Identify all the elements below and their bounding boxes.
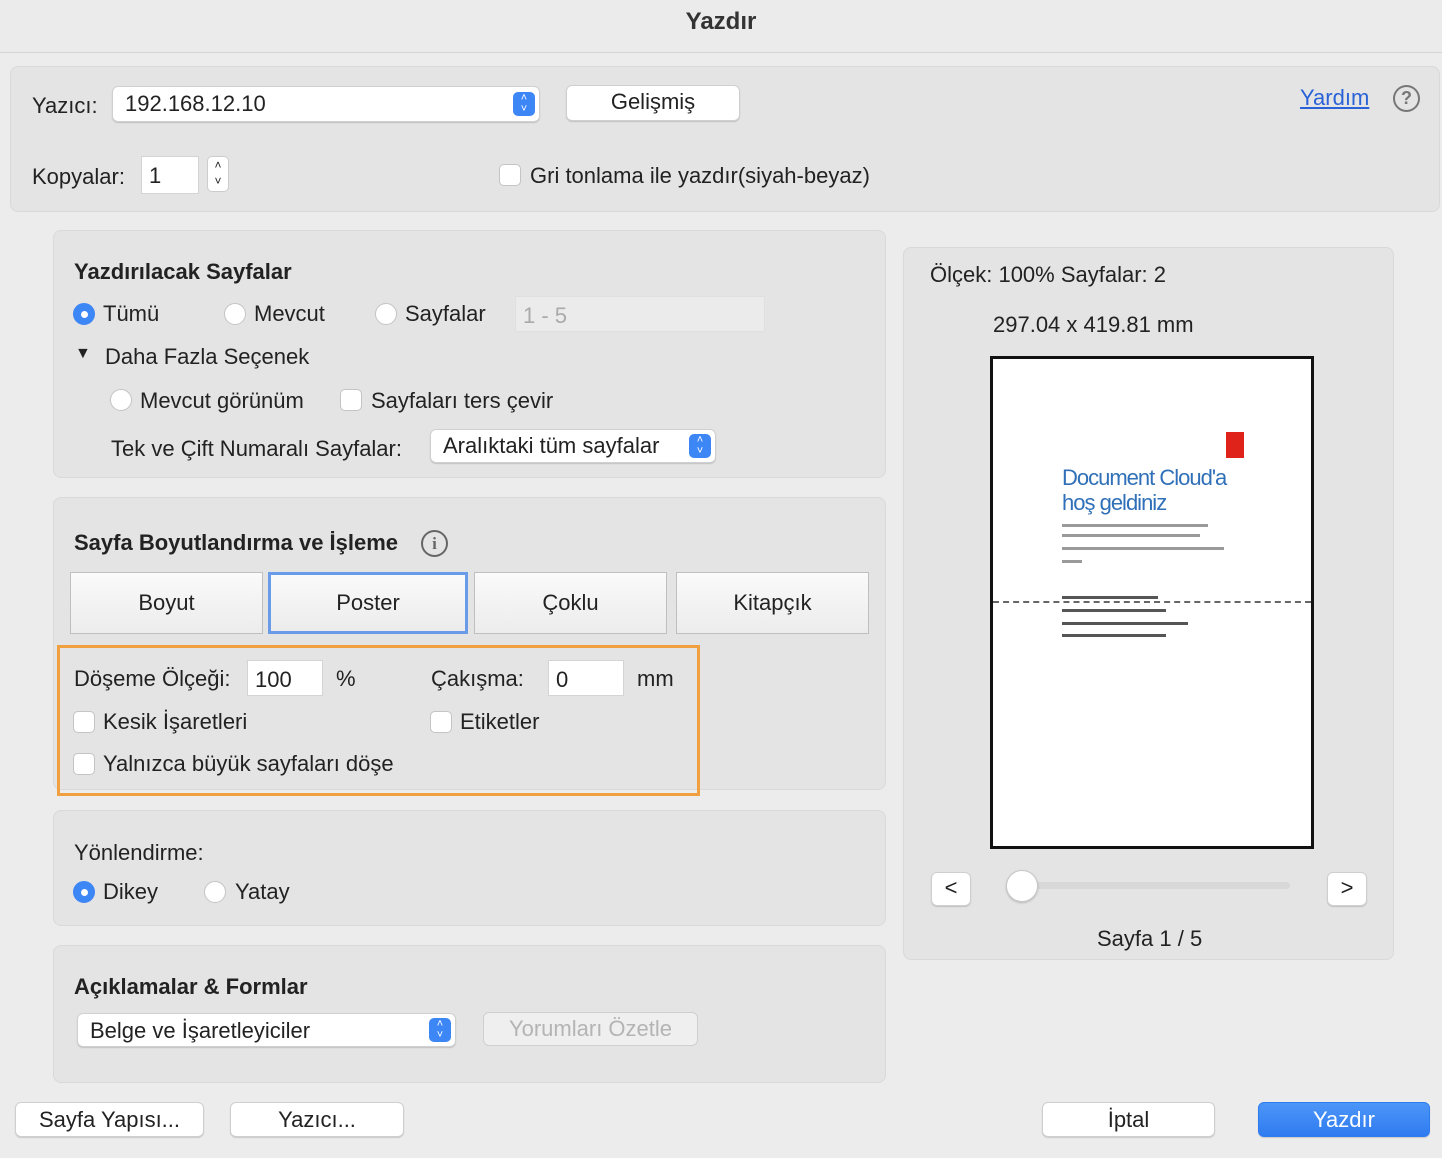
reverse-label: Sayfaları ters çevir — [371, 388, 554, 413]
preview-scale: Ölçek: 100% Sayfalar: 2 — [930, 262, 1167, 287]
labels-label: Etiketler — [460, 709, 540, 734]
odd-even-select[interactable]: Aralıktaki tüm sayfalar ˄ ˅ — [430, 429, 716, 463]
tab-poster[interactable]: Poster — [268, 572, 468, 634]
page-slider-track[interactable] — [1010, 882, 1290, 889]
overlap-input[interactable]: 0 — [548, 660, 624, 696]
landscape-label: Yatay — [235, 879, 290, 904]
large-only-label: Yalnızca büyük sayfaları döşe — [103, 751, 394, 776]
radio-current-label: Mevcut — [254, 301, 325, 326]
page-slider-thumb[interactable] — [1006, 870, 1038, 902]
printer-select[interactable]: 192.168.12.10 ˄ ˅ — [112, 86, 540, 122]
page-setup-button[interactable]: Sayfa Yapısı... — [15, 1102, 204, 1137]
copies-label: Kopyalar: — [32, 164, 125, 189]
grayscale-checkbox[interactable] — [499, 164, 521, 186]
text-line — [1062, 560, 1082, 563]
radio-current-view[interactable] — [110, 389, 132, 411]
window-title: Yazdır — [0, 0, 1442, 53]
comments-title: Açıklamalar & Formlar — [74, 974, 308, 999]
doc-title-line-1: Document Cloud'a — [1062, 465, 1227, 490]
odd-even-value: Aralıktaki tüm sayfalar — [443, 433, 660, 458]
print-button[interactable]: Yazdır — [1258, 1102, 1430, 1137]
radio-all-label: Tümü — [103, 301, 160, 326]
disclosure-triangle-icon[interactable]: ▼ — [75, 345, 91, 363]
preview-doc-title: Document Cloud'a hoş geldiniz — [1062, 465, 1227, 515]
text-line — [1062, 596, 1158, 599]
sizing-title: Sayfa Boyutlandırma ve İşleme — [74, 530, 399, 555]
prev-page-button[interactable]: < — [931, 872, 971, 906]
select-stepper-icon: ˄ ˅ — [689, 434, 711, 458]
page-indicator: Sayfa 1 / 5 — [1097, 926, 1203, 951]
text-line — [1062, 609, 1166, 612]
text-line — [1062, 634, 1166, 637]
comments-select[interactable]: Belge ve İşaretleyiciler ˄ ˅ — [77, 1013, 456, 1047]
radio-pages-label: Sayfalar — [405, 301, 486, 326]
doc-title-line-2: hoş geldiniz — [1062, 490, 1167, 515]
cut-marks-label: Kesik İşaretleri — [103, 709, 248, 734]
help-link[interactable]: Yardım — [1300, 85, 1369, 111]
tile-scale-label: Döşeme Ölçeği: — [74, 666, 231, 691]
radio-pages[interactable] — [375, 303, 397, 325]
radio-all[interactable] — [73, 303, 95, 325]
grayscale-label: Gri tonlama ile yazdır(siyah-beyaz) — [530, 163, 870, 188]
text-line — [1062, 622, 1188, 625]
tab-multiple[interactable]: Çoklu — [474, 572, 667, 634]
tab-size[interactable]: Boyut — [70, 572, 263, 634]
comments-value: Belge ve İşaretleyiciler — [90, 1018, 311, 1043]
pages-title: Yazdırılacak Sayfalar — [74, 259, 292, 284]
select-stepper-icon: ˄ ˅ — [513, 92, 535, 116]
orientation-title: Yönlendirme: — [74, 840, 204, 865]
radio-landscape[interactable] — [204, 881, 226, 903]
percent-label: % — [336, 666, 356, 691]
text-line — [1062, 524, 1208, 527]
large-only-checkbox[interactable] — [73, 753, 95, 775]
labels-checkbox[interactable] — [430, 711, 452, 733]
tile-scale-input[interactable]: 100 — [247, 660, 323, 696]
copies-stepper[interactable]: ˄ ˅ — [207, 156, 229, 192]
tile-divider — [993, 601, 1311, 603]
text-line — [1062, 534, 1200, 537]
reverse-checkbox[interactable] — [340, 389, 362, 411]
preview-size: 297.04 x 419.81 mm — [993, 312, 1194, 337]
tab-booklet[interactable]: Kitapçık — [676, 572, 869, 634]
printer-button[interactable]: Yazıcı... — [230, 1102, 404, 1137]
radio-portrait[interactable] — [73, 881, 95, 903]
info-icon[interactable]: i — [421, 530, 448, 557]
more-options-label[interactable]: Daha Fazla Seçenek — [105, 344, 309, 370]
select-stepper-icon: ˄ ˅ — [429, 1018, 451, 1042]
page-range-input[interactable]: 1 - 5 — [515, 296, 765, 332]
orientation-panel — [53, 810, 886, 926]
overlap-label: Çakışma: — [431, 666, 524, 691]
odd-even-label: Tek ve Çift Numaralı Sayfalar: — [111, 436, 402, 461]
advanced-button[interactable]: Gelişmiş — [566, 85, 740, 121]
page-preview: Document Cloud'a hoş geldiniz — [990, 356, 1314, 849]
text-line — [1062, 547, 1224, 550]
adobe-logo-icon — [1226, 432, 1244, 458]
cut-marks-checkbox[interactable] — [73, 711, 95, 733]
portrait-label: Dikey — [103, 879, 159, 904]
copies-input[interactable]: 1 — [141, 156, 199, 194]
summarize-comments-button[interactable]: Yorumları Özetle — [483, 1012, 698, 1046]
current-view-label: Mevcut görünüm — [140, 388, 304, 413]
cancel-button[interactable]: İptal — [1042, 1102, 1215, 1137]
next-page-button[interactable]: > — [1327, 872, 1367, 906]
overlap-unit: mm — [637, 666, 674, 691]
help-icon[interactable]: ? — [1393, 85, 1420, 112]
radio-current[interactable] — [224, 303, 246, 325]
printer-value: 192.168.12.10 — [125, 91, 266, 116]
printer-label: Yazıcı: — [32, 93, 98, 118]
